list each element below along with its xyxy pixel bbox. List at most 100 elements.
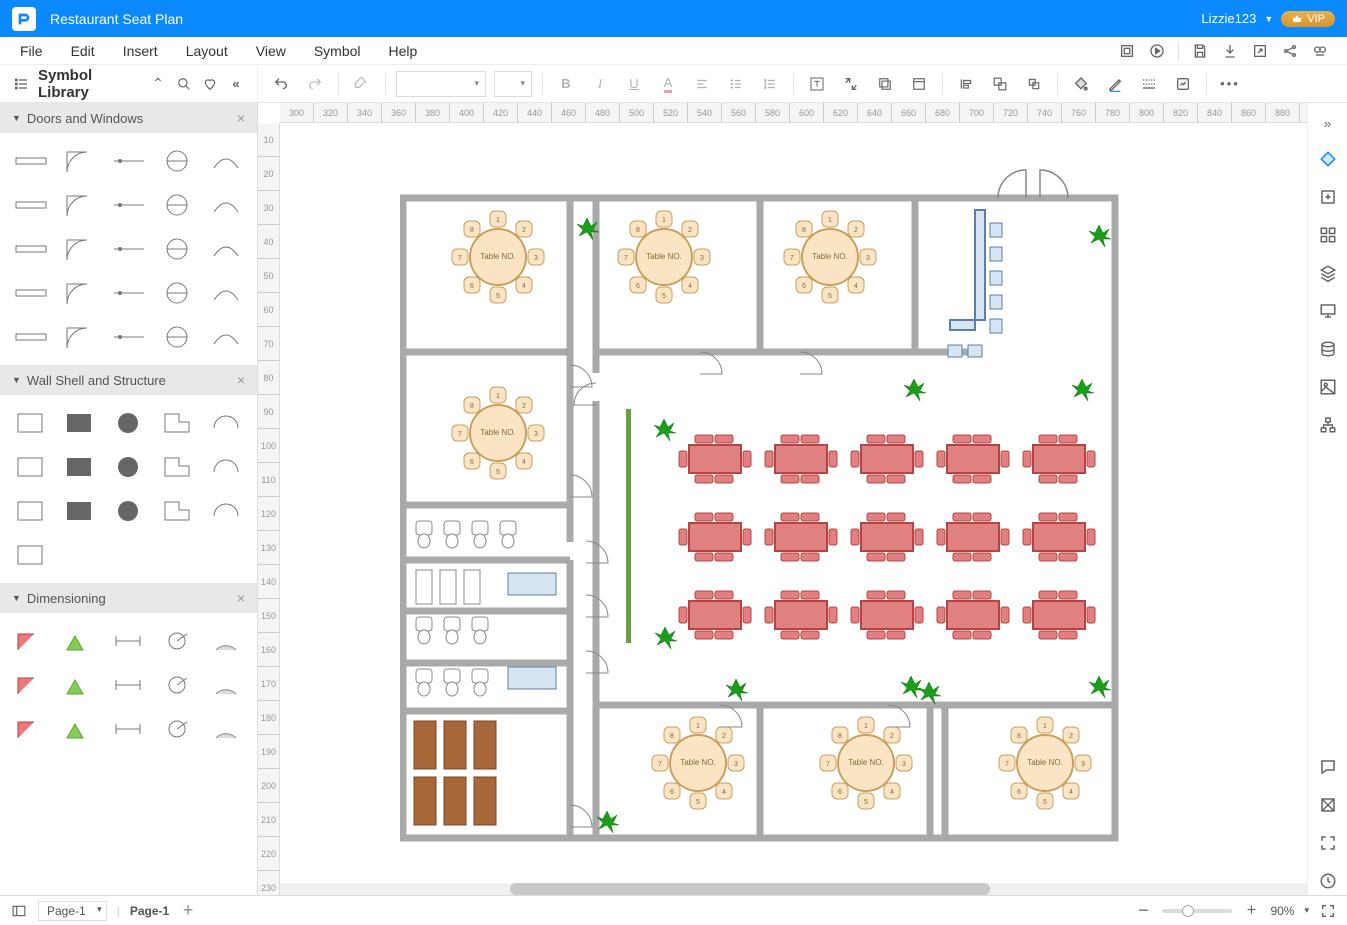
symbol-item[interactable]: [155, 447, 200, 487]
symbol-item[interactable]: [57, 317, 102, 357]
arrange-button[interactable]: [1021, 71, 1047, 97]
save-icon[interactable]: [1191, 42, 1209, 60]
symbol-item[interactable]: [204, 229, 249, 269]
shape-outline-button[interactable]: [872, 71, 898, 97]
symbol-item[interactable]: [8, 273, 53, 313]
font-color-button[interactable]: A: [655, 71, 681, 97]
share-icon[interactable]: [1281, 42, 1299, 60]
fill-color-button[interactable]: [1068, 71, 1094, 97]
redo-button[interactable]: [302, 71, 328, 97]
symbol-item[interactable]: [204, 317, 249, 357]
symbol-item[interactable]: [155, 621, 200, 661]
symbol-item[interactable]: [204, 141, 249, 181]
page-selector[interactable]: Page-1▾: [38, 901, 107, 921]
symbol-item[interactable]: [155, 229, 200, 269]
symbol-item[interactable]: [8, 229, 53, 269]
zoom-value[interactable]: 90%: [1270, 904, 1294, 918]
symbol-item[interactable]: [106, 273, 151, 313]
heart-icon[interactable]: [201, 75, 219, 93]
symbol-item[interactable]: [8, 317, 53, 357]
menu-symbol[interactable]: Symbol: [302, 39, 373, 63]
more-button[interactable]: •••: [1217, 71, 1243, 97]
menu-view[interactable]: View: [244, 39, 298, 63]
text-align-button[interactable]: [689, 71, 715, 97]
menu-file[interactable]: File: [8, 39, 55, 63]
font-family-select[interactable]: ▾: [396, 71, 486, 97]
close-icon[interactable]: ×: [237, 110, 245, 126]
symbol-item[interactable]: [106, 185, 151, 225]
chevron-up-icon[interactable]: ⌃: [149, 75, 167, 93]
symbol-item[interactable]: [106, 447, 151, 487]
symbol-item[interactable]: [106, 317, 151, 357]
line-color-button[interactable]: [1102, 71, 1128, 97]
collapse-left-icon[interactable]: «: [227, 75, 245, 93]
symbol-item[interactable]: [57, 403, 102, 443]
container-button[interactable]: [906, 71, 932, 97]
symbol-item[interactable]: [106, 491, 151, 531]
symbol-item[interactable]: [106, 665, 151, 705]
symbol-item[interactable]: [57, 447, 102, 487]
symbol-item[interactable]: [106, 403, 151, 443]
symbol-item[interactable]: [204, 403, 249, 443]
image-panel-icon[interactable]: [1314, 373, 1342, 401]
menu-layout[interactable]: Layout: [174, 39, 240, 63]
collapse-right-icon[interactable]: »: [1308, 111, 1347, 135]
symbol-item[interactable]: [204, 491, 249, 531]
text-tool-button[interactable]: [804, 71, 830, 97]
symbol-item[interactable]: [8, 141, 53, 181]
font-size-select[interactable]: ▾: [494, 71, 532, 97]
symbol-item[interactable]: [8, 709, 53, 749]
username[interactable]: Lizzie123: [1201, 11, 1256, 26]
format-painter-button[interactable]: [349, 71, 375, 97]
history-icon[interactable]: [1314, 867, 1342, 895]
library-list-icon[interactable]: [12, 75, 30, 93]
comment-icon[interactable]: [1314, 753, 1342, 781]
category-dimensioning[interactable]: ▼Dimensioning×: [0, 583, 257, 613]
layers-icon[interactable]: [1314, 259, 1342, 287]
grid-panel-icon[interactable]: [1314, 221, 1342, 249]
symbol-item[interactable]: [8, 621, 53, 661]
category-wall-shell[interactable]: ▼Wall Shell and Structure×: [0, 365, 257, 395]
symbol-item[interactable]: [106, 709, 151, 749]
symbol-item[interactable]: [204, 185, 249, 225]
search-icon[interactable]: [175, 75, 193, 93]
connector-button[interactable]: [838, 71, 864, 97]
zoom-in-button[interactable]: +: [1242, 902, 1260, 920]
symbol-item[interactable]: [155, 665, 200, 705]
symbol-item[interactable]: [155, 185, 200, 225]
close-icon[interactable]: ×: [237, 590, 245, 606]
export-panel-icon[interactable]: [1314, 183, 1342, 211]
database-icon[interactable]: [1314, 335, 1342, 363]
symbol-item[interactable]: [106, 229, 151, 269]
symbol-item[interactable]: [8, 447, 53, 487]
symbol-item[interactable]: [106, 141, 151, 181]
download-icon[interactable]: [1221, 42, 1239, 60]
play-icon[interactable]: [1148, 42, 1166, 60]
symbol-item[interactable]: [204, 621, 249, 661]
symbol-item[interactable]: [204, 273, 249, 313]
sitemap-icon[interactable]: [1314, 411, 1342, 439]
category-doors-windows[interactable]: ▼Doors and Windows×: [0, 103, 257, 133]
theme-icon[interactable]: [1314, 145, 1342, 173]
symbol-item[interactable]: [57, 185, 102, 225]
align-button[interactable]: [953, 71, 979, 97]
menu-edit[interactable]: Edit: [59, 39, 107, 63]
symbol-item[interactable]: [57, 491, 102, 531]
add-page-button[interactable]: +: [179, 902, 197, 920]
symbol-item[interactable]: [106, 621, 151, 661]
menu-help[interactable]: Help: [377, 39, 430, 63]
undo-button[interactable]: [268, 71, 294, 97]
floor-plan-drawing[interactable]: Table NO.12345678Table NO.12345678Table …: [400, 165, 1120, 865]
symbol-item[interactable]: [155, 491, 200, 531]
underline-button[interactable]: U: [621, 71, 647, 97]
user-dropdown-icon[interactable]: ▼: [1264, 14, 1273, 24]
group-button[interactable]: [987, 71, 1013, 97]
symbol-item[interactable]: [8, 665, 53, 705]
vip-badge[interactable]: VIP: [1281, 11, 1335, 27]
symbol-item[interactable]: [204, 665, 249, 705]
symbol-item[interactable]: [155, 317, 200, 357]
symbol-item[interactable]: [155, 403, 200, 443]
symbol-item[interactable]: [204, 709, 249, 749]
symbol-item[interactable]: [155, 141, 200, 181]
export-icon[interactable]: [1251, 42, 1269, 60]
